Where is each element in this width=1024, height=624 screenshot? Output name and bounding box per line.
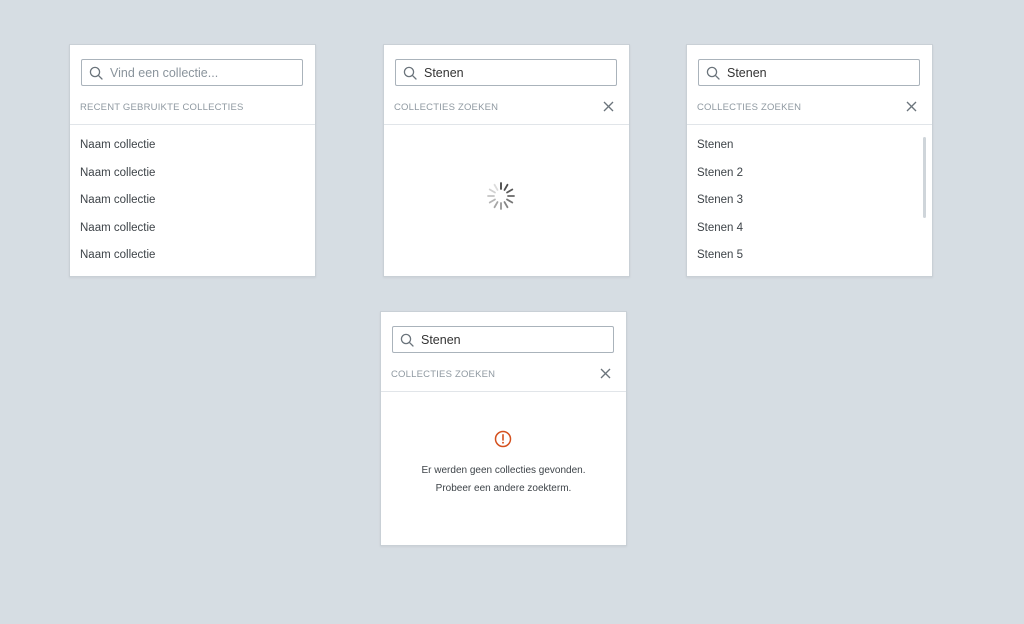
section-header: COLLECTIES ZOEKEN <box>381 364 626 392</box>
search-box <box>698 59 920 86</box>
collection-picker-loading: COLLECTIES ZOEKEN <box>383 44 630 277</box>
search-box <box>392 326 614 353</box>
collection-item[interactable]: Stenen <box>687 135 932 163</box>
collection-item[interactable]: Naam collectie <box>70 218 315 246</box>
collection-item[interactable]: Stenen 5 <box>687 245 932 273</box>
alert-circle-icon <box>494 430 512 448</box>
section-header: RECENT GEBRUIKTE COLLECTIES <box>70 97 315 125</box>
collection-item[interactable]: Naam collectie <box>70 135 315 163</box>
collection-item[interactable]: Naam collectie <box>70 190 315 218</box>
search-input[interactable] <box>424 65 609 80</box>
scrollbar[interactable] <box>923 137 926 218</box>
search-box <box>81 59 303 86</box>
search-input[interactable] <box>110 65 295 80</box>
collection-item[interactable]: Naam collectie <box>70 163 315 191</box>
search-input[interactable] <box>421 332 606 347</box>
empty-state-line-1: Er werden geen collecties gevonden. <box>421 465 586 476</box>
search-results-list: Stenen Stenen 2 Stenen 3 Stenen 4 Stenen… <box>687 135 932 273</box>
section-title: COLLECTIES ZOEKEN <box>394 102 499 113</box>
search-box <box>395 59 617 86</box>
search-input[interactable] <box>727 65 912 80</box>
collection-item[interactable]: Stenen 2 <box>687 163 932 191</box>
close-icon[interactable] <box>598 366 612 380</box>
collection-item[interactable]: Stenen 4 <box>687 218 932 246</box>
search-icon <box>699 60 727 85</box>
section-title: COLLECTIES ZOEKEN <box>697 102 802 113</box>
search-icon <box>393 327 421 352</box>
section-header: COLLECTIES ZOEKEN <box>687 97 932 125</box>
collection-item[interactable]: Stenen 3 <box>687 190 932 218</box>
empty-state-message: Er werden geen collecties gevonden. Prob… <box>381 462 626 497</box>
empty-state-line-2: Probeer een andere zoekterm. <box>435 482 572 494</box>
recent-collections-list: Naam collectie Naam collectie Naam colle… <box>70 135 315 273</box>
collection-picker-results: COLLECTIES ZOEKEN Stenen Stenen 2 Stenen… <box>686 44 933 277</box>
close-icon[interactable] <box>601 99 615 113</box>
section-title: COLLECTIES ZOEKEN <box>391 369 496 380</box>
collection-picker-empty: COLLECTIES ZOEKEN Er werden geen collect… <box>380 311 627 546</box>
collection-picker-recent: RECENT GEBRUIKTE COLLECTIES Naam collect… <box>69 44 316 277</box>
section-header: COLLECTIES ZOEKEN <box>384 97 629 125</box>
collection-item[interactable]: Naam collectie <box>70 245 315 273</box>
close-icon[interactable] <box>904 99 918 113</box>
loading-spinner-icon <box>485 180 517 212</box>
search-icon <box>396 60 424 85</box>
search-icon <box>82 60 110 85</box>
section-title: RECENT GEBRUIKTE COLLECTIES <box>80 102 244 113</box>
